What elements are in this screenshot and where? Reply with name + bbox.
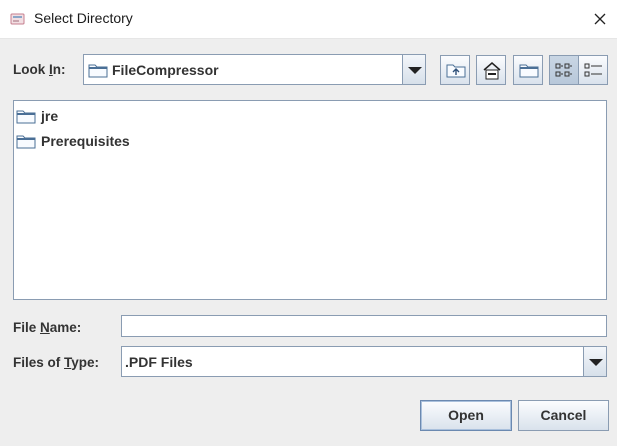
file-name-label: File Name: <box>13 320 82 335</box>
up-one-level-button[interactable] <box>440 55 470 85</box>
folder-icon <box>88 64 108 78</box>
look-in-label: Look In: <box>13 62 66 77</box>
folder-icon <box>16 110 36 124</box>
file-name: jre <box>41 108 59 124</box>
file-name: Prerequisites <box>41 133 130 149</box>
title-bar: Select Directory <box>0 0 617 39</box>
open-button[interactable]: Open <box>420 400 512 431</box>
home-button[interactable] <box>476 55 506 85</box>
folder-icon <box>16 135 36 149</box>
home-icon <box>483 62 501 80</box>
look-in-value: FileCompressor <box>112 62 219 78</box>
files-of-type-combo[interactable]: .PDF Files <box>121 346 607 377</box>
list-view-icon <box>555 63 572 77</box>
close-icon[interactable] <box>590 9 610 29</box>
java-app-icon <box>10 13 25 25</box>
window-title: Select Directory <box>34 10 133 26</box>
details-view-button[interactable] <box>578 55 608 85</box>
new-folder-icon <box>519 64 539 78</box>
cancel-button[interactable]: Cancel <box>518 400 609 431</box>
new-folder-button[interactable] <box>513 55 543 85</box>
file-list[interactable]: jre Prerequisites <box>13 100 607 300</box>
list-view-button[interactable] <box>549 55 579 85</box>
file-name-input[interactable] <box>121 315 607 337</box>
up-folder-icon <box>446 64 466 78</box>
chevron-down-icon[interactable] <box>402 54 426 85</box>
files-of-type-label: Files of Type: <box>13 355 100 370</box>
details-view-icon <box>584 63 602 77</box>
look-in-combo[interactable]: FileCompressor <box>83 54 426 85</box>
chevron-down-icon[interactable] <box>583 346 607 377</box>
files-of-type-value: .PDF Files <box>125 354 193 370</box>
